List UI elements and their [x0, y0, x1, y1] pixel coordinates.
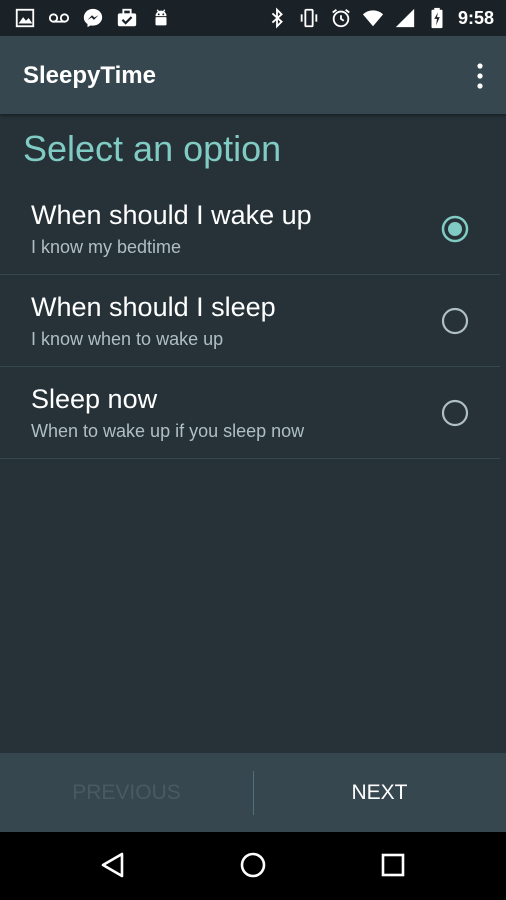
more-vert-icon[interactable] [472, 62, 488, 90]
messenger-icon [83, 8, 103, 28]
radio-selected-icon[interactable] [441, 215, 469, 243]
radio-unselected-icon[interactable] [441, 307, 469, 335]
status-bar: 9:58 [0, 0, 506, 36]
briefcase-check-icon [117, 8, 137, 27]
image-icon [15, 8, 35, 28]
battery-charging-icon [431, 7, 443, 29]
alarm-icon [332, 9, 350, 28]
voicemail-icon [48, 13, 70, 23]
option-subtitle: I know when to wake up [31, 329, 224, 349]
bottom-bar: PREVIOUS NEXT [0, 753, 506, 832]
status-left-icons [14, 7, 172, 29]
option-wake-up[interactable]: When should I wake up I know my bedtime [0, 183, 500, 275]
option-sleep[interactable]: When should I sleep I know when to wake … [0, 275, 500, 367]
app-title: SleepyTime [23, 62, 156, 89]
signal-icon [395, 8, 415, 28]
option-title: When should I wake up [31, 200, 312, 230]
home-icon[interactable] [238, 850, 268, 880]
status-right-icons: 9:58 [266, 7, 494, 29]
vibrate-icon [300, 8, 318, 28]
section-title: Select an option [23, 128, 282, 169]
previous-button[interactable]: PREVIOUS [0, 753, 253, 832]
recents-icon[interactable] [378, 850, 408, 880]
radio-unselected-icon[interactable] [441, 399, 469, 427]
option-sleep-now[interactable]: Sleep now When to wake up if you sleep n… [0, 367, 500, 459]
android-icon [155, 9, 167, 26]
option-title: Sleep now [31, 384, 158, 414]
nav-bar [0, 832, 506, 900]
option-title: When should I sleep [31, 292, 276, 322]
next-button[interactable]: NEXT [253, 753, 506, 832]
wifi-icon [362, 10, 384, 27]
app-bar: SleepyTime [0, 36, 506, 114]
options-list: When should I wake up I know my bedtime … [0, 183, 500, 459]
back-icon[interactable] [98, 850, 128, 880]
bluetooth-icon [271, 7, 283, 29]
option-subtitle: When to wake up if you sleep now [31, 421, 305, 441]
option-subtitle: I know my bedtime [31, 237, 182, 257]
status-time: 9:58 [457, 8, 494, 28]
